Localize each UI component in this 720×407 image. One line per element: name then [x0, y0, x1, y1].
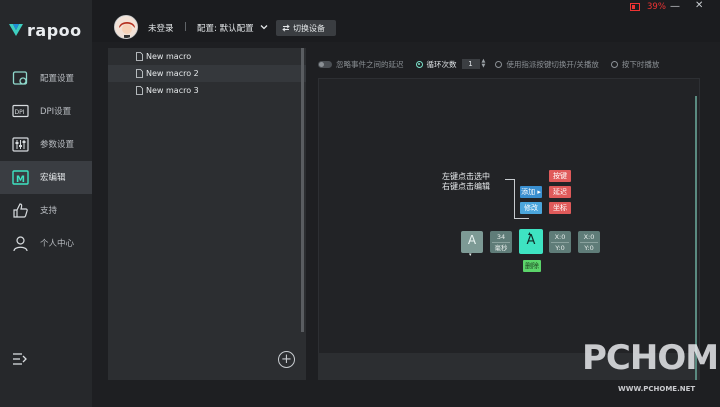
hint-connector: [505, 179, 515, 219]
list-item[interactable]: New macro: [108, 48, 306, 65]
config-selector[interactable]: 配置: 默认配置: [197, 22, 254, 34]
divider: [580, 242, 598, 243]
avatar[interactable]: [114, 15, 138, 39]
coord-y: Y:0: [584, 244, 594, 252]
add-action-button[interactable]: 添加 ▸: [520, 186, 542, 198]
macro-icon: M: [12, 170, 29, 185]
coord-x: X:0: [583, 233, 595, 241]
document-icon: [136, 52, 143, 61]
battery-icon: [630, 3, 640, 11]
loop-count-input[interactable]: 1: [461, 59, 480, 69]
toggle-play-label: 使用指派按键切换开/关播放: [506, 59, 599, 69]
sidebar-item-label: 支持: [40, 206, 58, 216]
separator: |: [184, 22, 187, 32]
list-scrollbar[interactable]: [301, 48, 304, 332]
add-delay-button[interactable]: 延迟: [549, 186, 571, 198]
sidebar-item-label: DPI设置: [40, 107, 72, 117]
ignore-delay-label: 忽略事件之间的延迟: [336, 59, 404, 69]
dpi-icon: DPI: [12, 104, 29, 118]
watermark-main: PCHOME: [582, 338, 720, 378]
editor-hint: 左键点击选中 右键点击编辑: [442, 172, 490, 192]
loop-label: 循环次数: [426, 59, 457, 69]
login-status[interactable]: 未登录: [148, 22, 174, 34]
list-item[interactable]: New macro 2: [108, 65, 306, 82]
thumbs-up-icon: [13, 203, 28, 218]
settings-icon: [12, 71, 28, 85]
svg-text:DPI: DPI: [15, 109, 25, 116]
macro-name: New macro 3: [146, 86, 199, 95]
close-button[interactable]: ✕: [695, 0, 703, 11]
stepper-down-icon[interactable]: ▼: [482, 64, 486, 69]
macro-step-coordinate[interactable]: X:0 Y:0: [578, 231, 600, 253]
sidebar-item-label: 宏编辑: [40, 173, 66, 183]
macro-step-coordinate[interactable]: X:0 Y:0: [549, 231, 571, 253]
brand-logo: rapoo: [8, 20, 82, 40]
battery-percent: 39%: [647, 2, 666, 12]
add-coordinate-button[interactable]: 坐标: [549, 202, 571, 214]
sidebar-item-macro[interactable]: M 宏编辑: [0, 161, 92, 194]
sidebar-nav: 配置设置 DPI DPI设置 参数设置 M 宏编辑 支持 个人中心: [0, 62, 92, 260]
document-icon: [136, 69, 143, 78]
modify-action-button[interactable]: 修改: [520, 202, 542, 214]
sidebar-item-label: 参数设置: [40, 140, 75, 150]
sidebar-item-label: 配置设置: [40, 74, 75, 84]
divider: [492, 242, 510, 243]
brand-name: rapoo: [27, 20, 82, 40]
coord-x: X:0: [554, 233, 566, 241]
loop-stepper[interactable]: ▲ ▼: [482, 59, 486, 69]
sidebar-item-dpi[interactable]: DPI DPI设置: [0, 95, 92, 128]
top-bar: 未登录 | 配置: 默认配置 切换设备 39% — ✕: [92, 0, 720, 42]
macro-list-panel: New macro New macro 2 New macro 3 +: [108, 48, 306, 380]
hint-connector: [514, 218, 529, 219]
collapse-sidebar-icon[interactable]: [12, 352, 28, 366]
sidebar-item-profile[interactable]: 个人中心: [0, 227, 92, 260]
hold-play-radio[interactable]: [610, 60, 618, 68]
macro-step-key-down[interactable]: A ▾: [461, 231, 483, 258]
user-icon: [13, 236, 28, 252]
playback-options: 忽略事件之间的延迟 循环次数 1 ▲ ▼ 使用指派按键切换开/关播放 按下时播放: [318, 55, 700, 73]
switch-device-label: 切换设备: [293, 23, 325, 33]
watermark-sub: WWW.PCHOME.NET: [618, 385, 696, 393]
add-macro-button[interactable]: +: [278, 351, 295, 368]
macro-step-delay[interactable]: 34 毫秒: [490, 231, 512, 253]
sidebar: rapoo 配置设置 DPI DPI设置 参数设置 M 宏编辑 支持 个人中心: [0, 0, 92, 407]
sliders-icon: [12, 137, 29, 152]
macro-name: New macro: [146, 52, 192, 61]
sidebar-item-label: 个人中心: [40, 239, 75, 249]
sidebar-item-params[interactable]: 参数设置: [0, 128, 92, 161]
minimize-button[interactable]: —: [670, 1, 680, 12]
macro-step-key-up-selected[interactable]: ▴ A: [519, 229, 543, 254]
delay-unit: 毫秒: [494, 244, 508, 252]
add-key-button[interactable]: 按键: [549, 170, 571, 182]
swap-icon: [282, 24, 290, 32]
switch-device-button[interactable]: 切换设备: [276, 20, 336, 36]
macro-name: New macro 2: [146, 69, 199, 78]
macro-editor-canvas[interactable]: [318, 78, 700, 380]
sidebar-item-support[interactable]: 支持: [0, 194, 92, 227]
document-icon: [136, 86, 143, 95]
rapoo-logo-icon: [9, 24, 23, 36]
ignore-delay-toggle[interactable]: [318, 60, 332, 68]
delete-step-button[interactable]: 删除: [523, 260, 541, 272]
delay-value: 34: [496, 233, 506, 241]
key-up-arrow-icon: ▴: [528, 230, 532, 237]
arrow-down-icon: ▾: [469, 252, 472, 258]
toggle-play-radio[interactable]: [495, 60, 503, 68]
app-window: rapoo 配置设置 DPI DPI设置 参数设置 M 宏编辑 支持 个人中心 …: [0, 0, 720, 407]
divider: [551, 242, 569, 243]
chevron-down-icon[interactable]: [260, 23, 268, 31]
avatar-image-icon: [115, 16, 137, 38]
watermark: PCHOME WWW.PCHOME.NET: [582, 338, 720, 398]
svg-text:M: M: [16, 175, 25, 185]
coord-y: Y:0: [555, 244, 565, 252]
list-item[interactable]: New macro 3: [108, 82, 306, 99]
key-label: A: [467, 233, 477, 247]
hold-play-label: 按下时播放: [621, 59, 660, 69]
sidebar-item-config[interactable]: 配置设置: [0, 62, 92, 95]
hint-right-click: 右键点击编辑: [442, 182, 490, 191]
loop-radio[interactable]: [415, 60, 423, 68]
hint-left-click: 左键点击选中: [442, 172, 490, 181]
